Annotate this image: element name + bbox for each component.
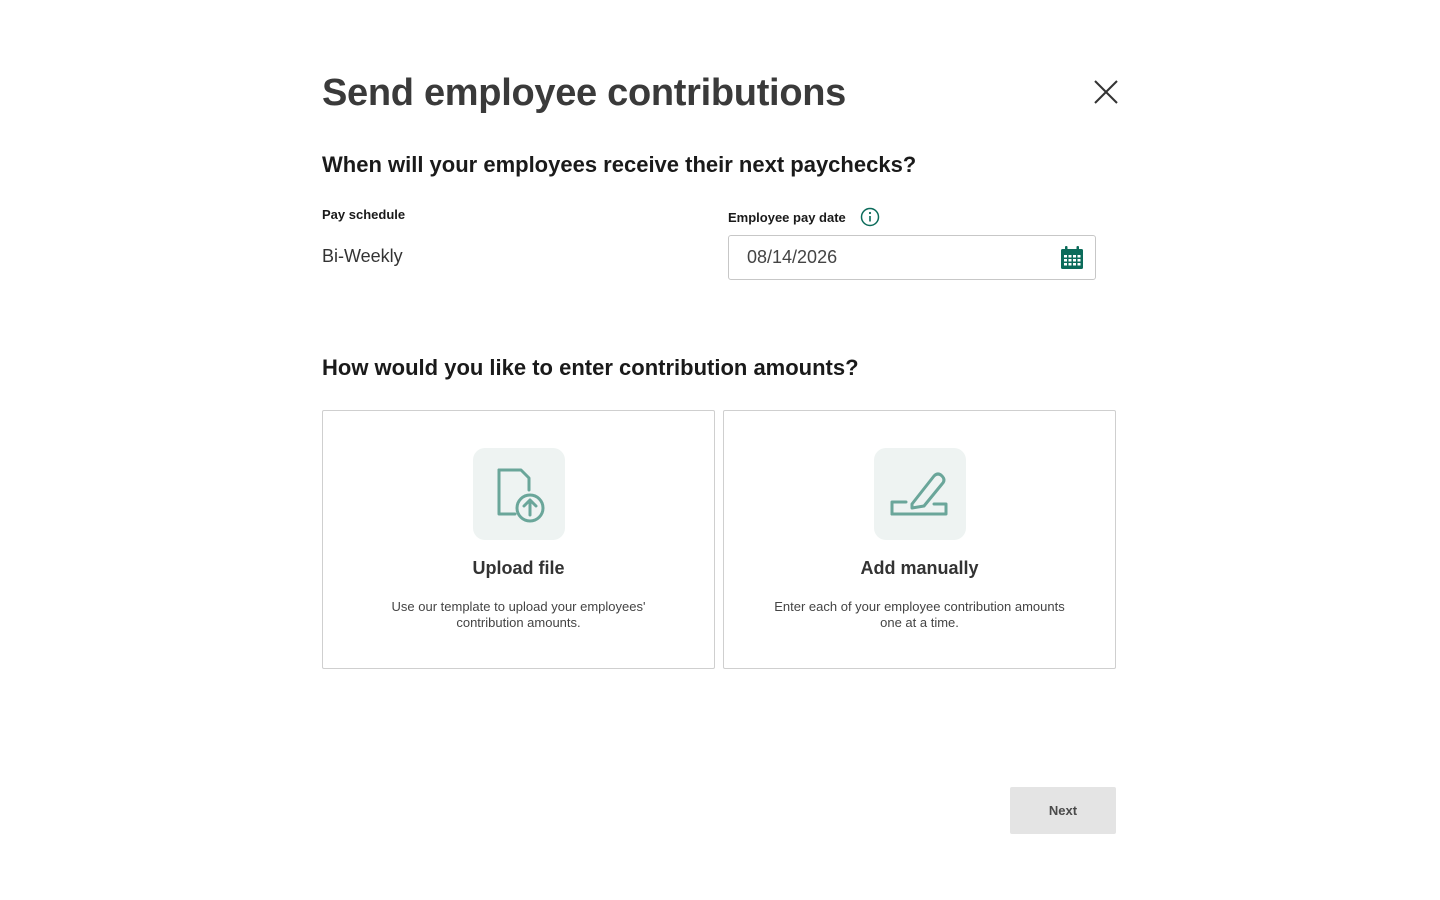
add-manually-card[interactable]: Add manually Enter each of your employee…	[723, 410, 1116, 669]
entry-method-options: Upload file Use our template to upload y…	[322, 410, 1116, 669]
info-icon[interactable]	[860, 207, 880, 227]
calendar-icon	[1061, 246, 1083, 269]
send-contributions-modal: Send employee contributions When will yo…	[322, 60, 1118, 860]
paycheck-question-heading: When will your employees receive their n…	[322, 152, 917, 177]
pay-schedule-label-text: Pay schedule	[322, 207, 406, 222]
entry-method-heading: How would you like to enter contribution…	[322, 355, 859, 380]
pay-schedule-value: Bi-Weekly	[322, 246, 403, 266]
manual-icon-container	[874, 448, 966, 540]
pay-date-label: Employee pay date	[728, 207, 880, 227]
close-button[interactable]	[1090, 76, 1122, 108]
upload-file-card[interactable]: Upload file Use our template to upload y…	[322, 410, 715, 669]
calendar-button[interactable]	[1059, 245, 1085, 271]
pay-date-label-text: Employee pay date	[728, 209, 846, 225]
modal-title: Send employee contributions	[322, 72, 846, 114]
upload-file-title: Upload file	[472, 558, 565, 578]
pencil-sign-icon	[890, 472, 948, 516]
upload-file-description: Use our template to upload your employee…	[391, 599, 646, 630]
upload-icon-container	[473, 448, 565, 540]
file-upload-icon	[497, 468, 545, 523]
pay-date-input[interactable]	[729, 236, 1049, 279]
add-manually-description: Enter each of your employee contribution…	[774, 599, 1065, 630]
add-manually-title: Add manually	[860, 558, 979, 578]
next-button[interactable]: Next	[1010, 787, 1116, 834]
pay-date-field[interactable]	[728, 235, 1096, 280]
pay-schedule-label: Pay schedule	[322, 207, 405, 222]
close-icon	[1094, 80, 1118, 104]
